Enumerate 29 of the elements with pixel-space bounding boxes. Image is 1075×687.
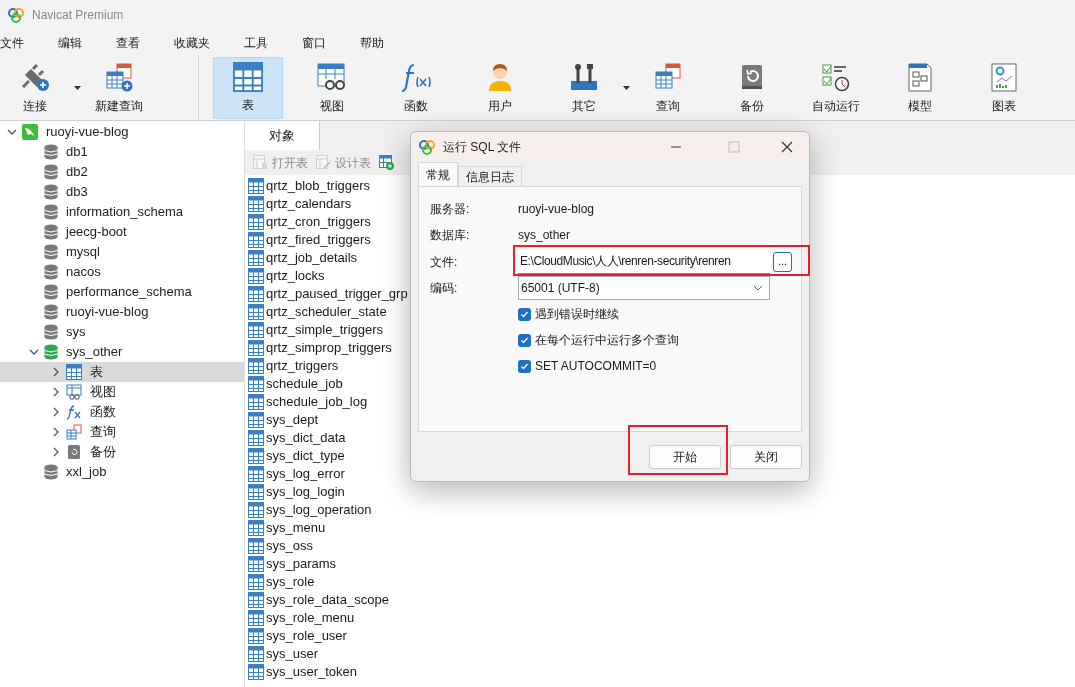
option-label: SET AUTOCOMMIT=0 [535, 358, 657, 375]
field-label: 数据库: [430, 227, 471, 244]
tree-label: 备份 [90, 443, 116, 462]
tree-label: db1 [66, 143, 88, 162]
tree-label: mysql [66, 243, 100, 262]
server-value: ruoyi-vue-blog [518, 201, 595, 218]
tree-label: 函数 [90, 403, 116, 422]
option-label: 遇到错误时继续 [535, 306, 619, 323]
tree-label: ruoyi-vue-blog [66, 303, 149, 322]
tree-label: 查询 [90, 423, 116, 442]
tree-label: jeecg-boot [66, 223, 127, 242]
option-label: 在每个运行中运行多个查询 [535, 332, 679, 349]
tree-label: 视图 [90, 383, 116, 402]
tree-label: ruoyi-vue-blog [46, 123, 129, 142]
database-value: sys_other [518, 227, 571, 244]
field-label: 服务器: [430, 201, 471, 218]
field-label: 文件: [430, 253, 459, 271]
tree-label: nacos [66, 263, 101, 282]
window-title: Navicat Premium [32, 7, 124, 24]
tree-label: xxl_job [66, 463, 107, 482]
tree-label: db2 [66, 163, 88, 182]
tree-label: 表 [90, 363, 103, 382]
tree-label: sys_other [66, 343, 123, 362]
dialog-title: 运行 SQL 文件 [443, 139, 523, 156]
tree-label: sys [66, 323, 86, 342]
tree-label: information_schema [66, 203, 184, 222]
tree-label: performance_schema [66, 283, 192, 302]
field-label: 编码: [430, 280, 459, 297]
tree-label: db3 [66, 183, 88, 202]
